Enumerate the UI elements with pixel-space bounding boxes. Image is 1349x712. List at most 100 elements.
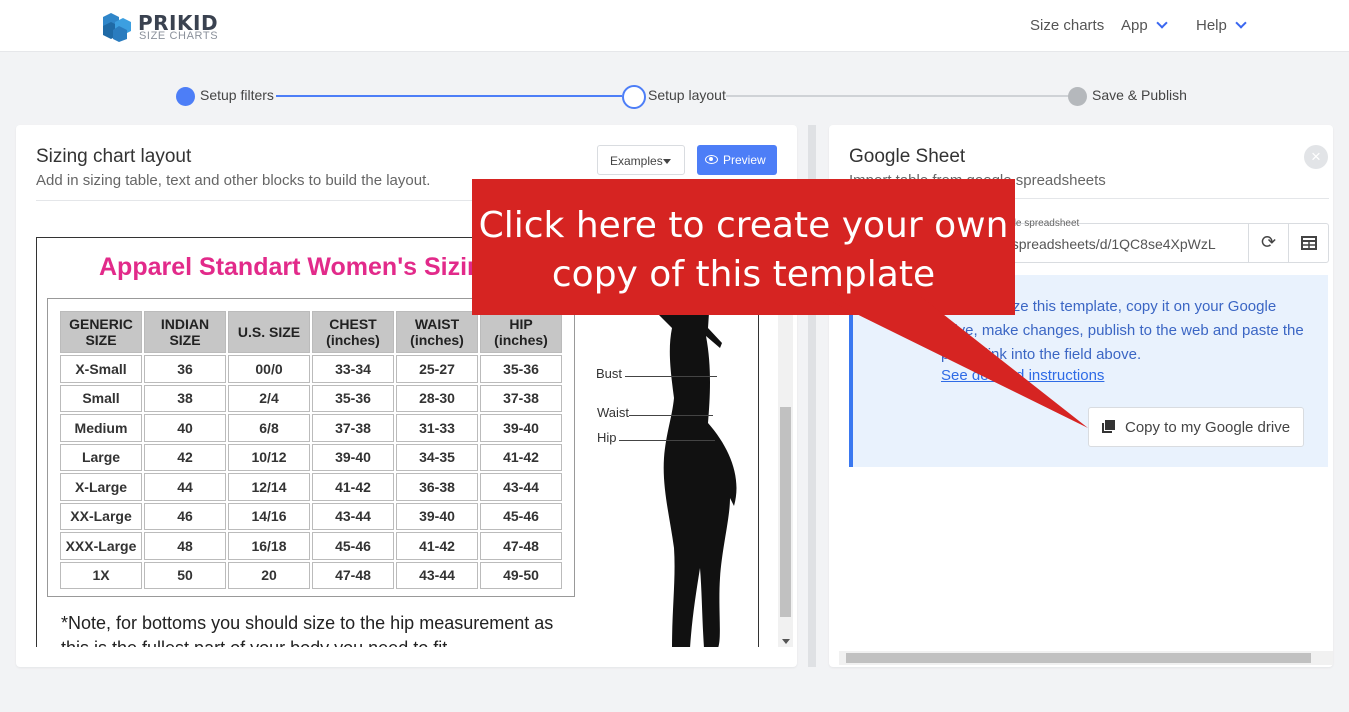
size-table-frame: GENERIC SIZE INDIAN SIZE U.S. SIZE CHEST (i… [47,298,575,597]
size-table-cell: X-Large [60,473,142,501]
callout-line-1: Click here to create your own [478,205,1009,246]
step-dot-complete[interactable] [176,87,195,106]
size-table-header: WAIST (inches) [396,311,478,353]
examples-label: Examples [610,154,663,168]
brand-tagline: SIZE CHARTS [139,30,219,42]
copy-icon [1102,420,1115,433]
size-chart-title: Apparel Standart Women's Sizing [99,253,498,281]
copy-to-drive-label: Copy to my Google drive [1125,419,1291,436]
size-table-header: CHEST (inches) [312,311,394,353]
hip-label: Hip [597,430,617,445]
step-connector-pending [726,95,1070,97]
size-table-row: Small 38 2/4 35-36 28-30 37-38 [60,384,562,412]
size-table-cell: 10/12 [228,443,310,471]
nav-size-charts[interactable]: Size charts [1030,17,1104,34]
table-icon [1300,236,1317,250]
wizard-stepper: Setup filters Setup layout Save & Publis… [0,84,1349,109]
bust-label: Bust [596,366,623,381]
size-table-cell: 1X [60,561,142,589]
size-table-cell: 45-46 [480,502,562,530]
size-table-row: 1X 50 20 47-48 43-44 49-50 [60,561,562,589]
size-table-cell: 37-38 [312,414,394,442]
horizontal-scrollbar[interactable] [839,651,1333,665]
size-table-cell: X-Small [60,355,142,383]
size-table-row: Medium 40 6/8 37-38 31-33 39-40 [60,414,562,442]
sheet-panel-title: Google Sheet [849,146,966,167]
size-table-cell: 41-42 [480,443,562,471]
size-table-cell: 50 [144,561,226,589]
size-table-row: XX-Large 46 14/16 43-44 39-40 45-46 [60,502,562,530]
refresh-button[interactable]: ⟳ [1248,224,1288,262]
step-label-layout[interactable]: Setup layout [648,87,726,103]
horizontal-scrollbar-thumb[interactable] [846,653,1311,663]
hip-line [619,440,715,441]
size-table-cell: 14/16 [228,502,310,530]
size-table-cell: 45-46 [312,532,394,560]
size-table-cell: Medium [60,414,142,442]
tutorial-callout[interactable]: Click here to create your own copy of th… [472,179,1015,315]
size-table-row: Large 42 10/12 39-40 34-35 41-42 [60,443,562,471]
step-dot-pending[interactable] [1068,87,1087,106]
chevron-down-icon [1156,17,1168,29]
close-icon[interactable]: × [1304,145,1328,169]
waist-label: Waist [597,405,630,420]
size-table-cell: 12/14 [228,473,310,501]
size-table: GENERIC SIZE INDIAN SIZE U.S. SIZE CHEST (i… [58,309,564,591]
size-table-cell: 35-36 [312,384,394,412]
size-table-cell: 38 [144,384,226,412]
size-table-cell: 39-40 [312,443,394,471]
size-table-cell: 41-42 [312,473,394,501]
layout-panel-title: Sizing chart layout [36,146,192,167]
nav-help-menu[interactable]: Help [1196,17,1247,34]
preview-scrollbar-thumb[interactable] [780,407,791,617]
size-table-cell: 34-35 [396,443,478,471]
layout-panel-subtitle: Add in sizing table, text and other bloc… [36,172,431,189]
size-table-cell: 40 [144,414,226,442]
size-table-cell: 2/4 [228,384,310,412]
bust-line [625,376,717,377]
top-navbar: PRIKID SIZE CHARTS Size charts App Help [0,0,1349,52]
size-table-cell: 37-38 [480,384,562,412]
size-table-cell: 33-34 [312,355,394,383]
size-table-cell: 41-42 [396,532,478,560]
scroll-down-arrow-icon[interactable] [782,639,790,644]
size-table-cell: 42 [144,443,226,471]
nav-size-charts-label: Size charts [1030,17,1105,34]
size-table-cell: XXX-Large [60,532,142,560]
preview-button[interactable]: Preview [697,145,777,175]
size-table-cell: 6/8 [228,414,310,442]
size-table-cell: 39-40 [480,414,562,442]
size-table-cell: 25-27 [396,355,478,383]
size-table-cell: Large [60,443,142,471]
copy-to-drive-button[interactable]: Copy to my Google drive [1088,407,1304,447]
size-table-cell: 31-33 [396,414,478,442]
step-label-publish[interactable]: Save & Publish [1092,87,1187,103]
callout-line-2: copy of this template [551,254,936,295]
nav-app-menu[interactable]: App [1121,17,1168,34]
size-table-header: U.S. SIZE [228,311,310,353]
size-table-cell: 43-44 [480,473,562,501]
step-label-filters[interactable]: Setup filters [200,87,274,103]
size-table-cell: Small [60,384,142,412]
examples-dropdown[interactable]: Examples [597,145,685,175]
size-table-header: INDIAN SIZE [144,311,226,353]
preview-label: Preview [723,153,766,167]
caret-down-icon [663,159,671,164]
size-table-row: X-Large 44 12/14 41-42 36-38 43-44 [60,473,562,501]
step-dot-active[interactable] [622,85,646,109]
size-table-cell: 47-48 [312,561,394,589]
table-view-button[interactable] [1288,224,1328,262]
size-table-cell: 48 [144,532,226,560]
size-table-cell: 28-30 [396,384,478,412]
size-table-cell: 35-36 [480,355,562,383]
size-table-header: GENERIC SIZE [60,311,142,353]
size-table-cell: 46 [144,502,226,530]
detailed-instructions-link[interactable]: See detailed instructions [941,367,1104,384]
size-table-cell: 47-48 [480,532,562,560]
size-table-cell: 49-50 [480,561,562,589]
chevron-down-icon [1235,17,1247,29]
eye-icon [705,155,718,164]
step-connector-complete [276,95,622,97]
size-table-cell: 00/0 [228,355,310,383]
refresh-icon: ⟳ [1260,232,1277,252]
